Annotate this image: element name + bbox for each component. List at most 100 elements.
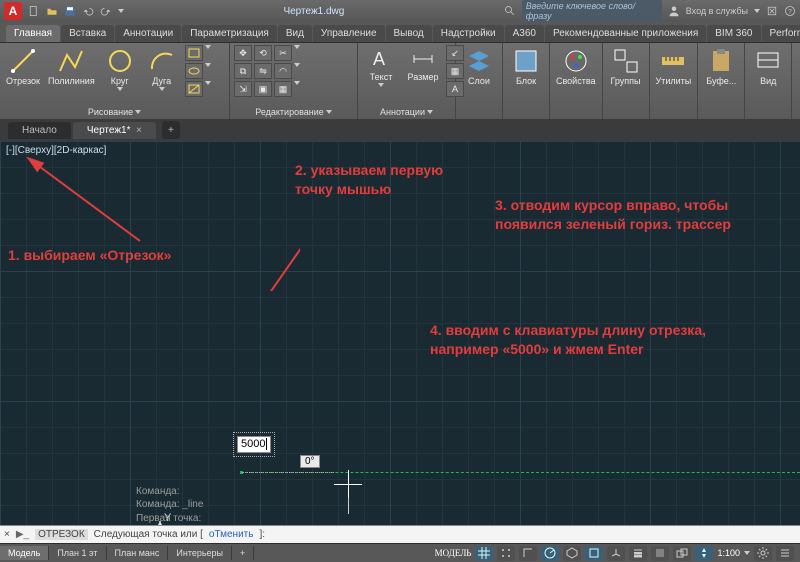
tab-annotate[interactable]: Аннотации [115,25,181,42]
panel-draw: Отрезок Полилиния Круг Дуга Рисование [0,43,230,119]
lineweight-icon[interactable] [629,546,647,561]
groups-button[interactable]: Группы [607,45,645,88]
array-icon[interactable]: ▦ [274,81,292,97]
arc-icon [148,47,176,75]
snap-toggle-icon[interactable] [497,546,515,561]
doc-tab-start[interactable]: Начало [8,122,71,139]
dim-button[interactable]: Размер [404,45,442,84]
redo-icon[interactable] [100,5,112,17]
layout-model[interactable]: Модель [0,546,49,560]
close-icon[interactable]: × [136,125,142,136]
app-icon[interactable]: A [4,2,22,20]
copy-icon[interactable]: ⧉ [234,63,252,79]
qat-dropdown-icon[interactable] [118,9,124,13]
block-button[interactable]: Блок [507,45,545,88]
osnap-toggle-icon[interactable] [585,546,603,561]
search-input[interactable]: Введите ключевое слово/фразу [522,0,662,22]
move-icon[interactable]: ✥ [234,45,252,61]
tab-addins[interactable]: Надстройки [433,25,504,42]
fillet-icon[interactable]: ◠ [274,63,292,79]
annoscale-icon[interactable] [695,546,713,561]
cmd-option-undo[interactable]: оТменить [209,529,254,540]
measure-icon [659,47,687,75]
cycling-icon[interactable] [673,546,691,561]
props-button[interactable]: Свойства [554,45,598,88]
save-icon[interactable] [64,5,76,17]
panel-clip: Буфе... [698,43,745,119]
isoplane-icon[interactable] [563,546,581,561]
model-space-label[interactable]: МОДЕЛЬ [435,548,472,558]
ortho-toggle-icon[interactable] [519,546,537,561]
new-tab-button[interactable]: + [162,121,180,139]
clip-button[interactable]: Буфе... [702,45,740,88]
props-icon [562,47,590,75]
tab-view[interactable]: Вид [278,25,312,42]
rect-icon[interactable] [185,45,203,61]
view-button[interactable]: Вид [749,45,787,88]
quick-access-toolbar: A Чертеж1.dwg Введите ключевое слово/фра… [0,0,800,22]
drawing-canvas[interactable]: [-][Сверху][2D-каркас] 5000 0° X Y 1. вы… [0,141,800,525]
transparency-icon[interactable] [651,546,669,561]
help-icon[interactable]: ? [784,5,796,17]
annotation-1: 1. выбираем «Отрезок» [8,246,171,265]
annotation-4: 4. вводим с клавиатуры длину отрезка, на… [430,321,730,359]
doc-tab-drawing[interactable]: Чертеж1* × [73,122,156,139]
panel-layers: Слои [456,43,503,119]
draw-small-grid [185,45,211,97]
ribbon-tabs: Главная Вставка Аннотации Параметризация… [0,22,800,43]
rubberband-line [242,472,334,473]
command-line[interactable]: × ▶_ ОТРЕЗОК Следующая точка или [оТмени… [0,525,800,543]
layout-plan-mans[interactable]: План манс [107,546,169,560]
layout-interiors[interactable]: Интерьеры [168,546,232,560]
customize-icon[interactable] [776,546,794,561]
circle-button[interactable]: Круг [101,45,139,93]
cmd-close-icon[interactable]: × [4,529,10,540]
gear-icon[interactable] [754,546,772,561]
tab-parametric[interactable]: Параметризация [182,25,277,42]
text-button[interactable]: AТекст [362,45,400,89]
search-icon [504,5,516,17]
layers-button[interactable]: Слои [460,45,498,88]
tab-perf[interactable]: Performan [762,25,800,42]
groups-icon [612,47,640,75]
exchange-icon[interactable] [766,5,778,17]
stretch-icon[interactable]: ⇲ [234,81,252,97]
layout-plan1[interactable]: План 1 эт [49,546,106,560]
dynamic-distance-input[interactable]: 5000 [237,436,271,453]
trim-icon[interactable]: ✂ [274,45,292,61]
ellipse-icon[interactable] [185,63,203,79]
login-link[interactable]: Вход в службы [686,6,748,16]
rotate-icon[interactable]: ⟲ [254,45,272,61]
layout-tabs-bar: Модель План 1 эт План манс Интерьеры + М… [0,543,800,562]
mirror-icon[interactable]: ⇋ [254,63,272,79]
dim-icon [411,47,435,71]
scale-icon[interactable]: ▣ [254,81,272,97]
viewport-label[interactable]: [-][Сверху][2D-каркас] [6,145,106,156]
hatch-icon[interactable] [185,81,203,97]
dynamic-angle-display: 0° [300,455,320,468]
grid-toggle-icon[interactable] [475,546,493,561]
user-icon [668,5,680,17]
tab-featured[interactable]: Рекомендованные приложения [545,25,706,42]
tab-insert[interactable]: Вставка [61,25,114,42]
panel-groups: Группы [603,43,650,119]
open-icon[interactable] [46,5,58,17]
tab-a360[interactable]: A360 [505,25,544,42]
undo-icon[interactable] [82,5,94,17]
arc-button[interactable]: Дуга [143,45,181,93]
layout-add[interactable]: + [232,546,254,560]
tab-output[interactable]: Вывод [386,25,432,42]
command-history: Команда: Команда: _line Первая точка: [136,485,203,526]
svg-text:?: ? [788,9,792,15]
panel-utils: Утилиты [650,43,699,119]
utils-button[interactable]: Утилиты [654,45,694,88]
tab-manage[interactable]: Управление [313,25,385,42]
tab-home[interactable]: Главная [6,25,60,42]
scale-display[interactable]: 1:100 [717,548,740,558]
3dosnap-icon[interactable] [607,546,625,561]
polar-toggle-icon[interactable] [541,546,559,561]
new-icon[interactable] [28,5,40,17]
line-button[interactable]: Отрезок [4,45,42,88]
tab-bim360[interactable]: BIM 360 [707,25,760,42]
polyline-button[interactable]: Полилиния [46,45,97,88]
